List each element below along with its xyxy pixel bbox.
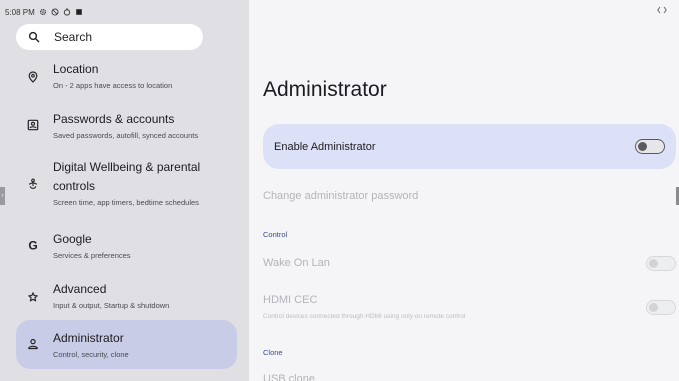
location-pin-icon (26, 70, 40, 84)
settings-sidebar: 5:08 PM Search Location On - 2 apps have… (0, 0, 249, 381)
sidebar-item-subtitle: Services & preferences (53, 251, 131, 260)
sidebar-item-title: Location (53, 62, 99, 76)
sidebar-item-passwords-accounts[interactable]: Passwords & accounts Saved passwords, au… (16, 108, 237, 142)
page-title: Administrator (263, 78, 387, 101)
status-time: 5:08 PM (5, 7, 35, 17)
sidebar-item-title: Advanced (53, 282, 107, 296)
sidebar-item-subtitle: On - 2 apps have access to location (53, 81, 173, 90)
square-notification-icon (75, 9, 82, 15)
toggle-knob (649, 302, 658, 312)
sidebar-item-title: Google (53, 232, 92, 246)
sidebar-item-digital-wellbeing[interactable]: Digital Wellbeing & parental controls Sc… (16, 158, 237, 212)
sidebar-item-title-line1: Digital Wellbeing & parental (53, 160, 201, 174)
google-g-icon: G (26, 238, 40, 252)
section-header-control: Control (263, 230, 288, 239)
search-bar[interactable]: Search (16, 24, 203, 50)
search-placeholder: Search (54, 30, 93, 44)
administrator-page: Administrator Enable Administrator Chang… (249, 0, 679, 381)
do-not-disturb-icon (51, 8, 59, 16)
expand-icon[interactable] (657, 6, 667, 14)
sidebar-item-title-line2: controls (53, 179, 96, 193)
sidebar-item-title: Administrator (53, 331, 124, 345)
sidebar-item-administrator[interactable]: Administrator Control, security, clone (16, 320, 237, 369)
hdmi-cec-subtitle: Control devices connected through HDMI u… (263, 313, 466, 320)
wake-on-lan-toggle[interactable] (646, 256, 676, 271)
hdmi-cec-toggle[interactable] (646, 300, 676, 315)
status-bar: 5:08 PM (5, 6, 83, 18)
sidebar-item-title: Passwords & accounts (53, 112, 175, 126)
enable-administrator-toggle[interactable] (635, 139, 665, 154)
change-password-item[interactable]: Change administrator password (263, 190, 418, 202)
star-outline-icon (26, 290, 40, 304)
sidebar-item-subtitle: Control, security, clone (53, 350, 129, 359)
enable-administrator-label: Enable Administrator (274, 140, 376, 153)
sidebar-item-google[interactable]: G Google Services & preferences (16, 228, 237, 262)
section-header-clone: Clone (263, 348, 283, 357)
toggle-knob (649, 258, 658, 268)
sidebar-item-subtitle: Input & output, Startup & shutdown (53, 301, 170, 310)
search-icon (28, 31, 40, 43)
settings-gear-icon (39, 8, 46, 16)
usb-clone-item[interactable]: USB clone (263, 373, 315, 381)
sidebar-item-advanced[interactable]: Advanced Input & output, Startup & shutd… (16, 278, 237, 312)
account-box-icon (26, 118, 40, 132)
enable-administrator-row[interactable]: Enable Administrator (263, 124, 676, 169)
back-edge-handle[interactable]: › (0, 187, 5, 205)
sync-icon (63, 8, 70, 16)
svg-text:G: G (28, 239, 37, 251)
sidebar-item-location[interactable]: Location On - 2 apps have access to loca… (16, 58, 237, 92)
wellbeing-icon (26, 177, 40, 191)
toggle-knob (638, 141, 647, 151)
sidebar-item-subtitle: Saved passwords, autofill, synced accoun… (53, 131, 199, 140)
hdmi-cec-label[interactable]: HDMI CEC (263, 294, 317, 306)
sidebar-item-subtitle: Screen time, app timers, bedtime schedul… (53, 198, 199, 207)
person-icon (26, 337, 40, 351)
wake-on-lan-label[interactable]: Wake On Lan (263, 257, 330, 269)
